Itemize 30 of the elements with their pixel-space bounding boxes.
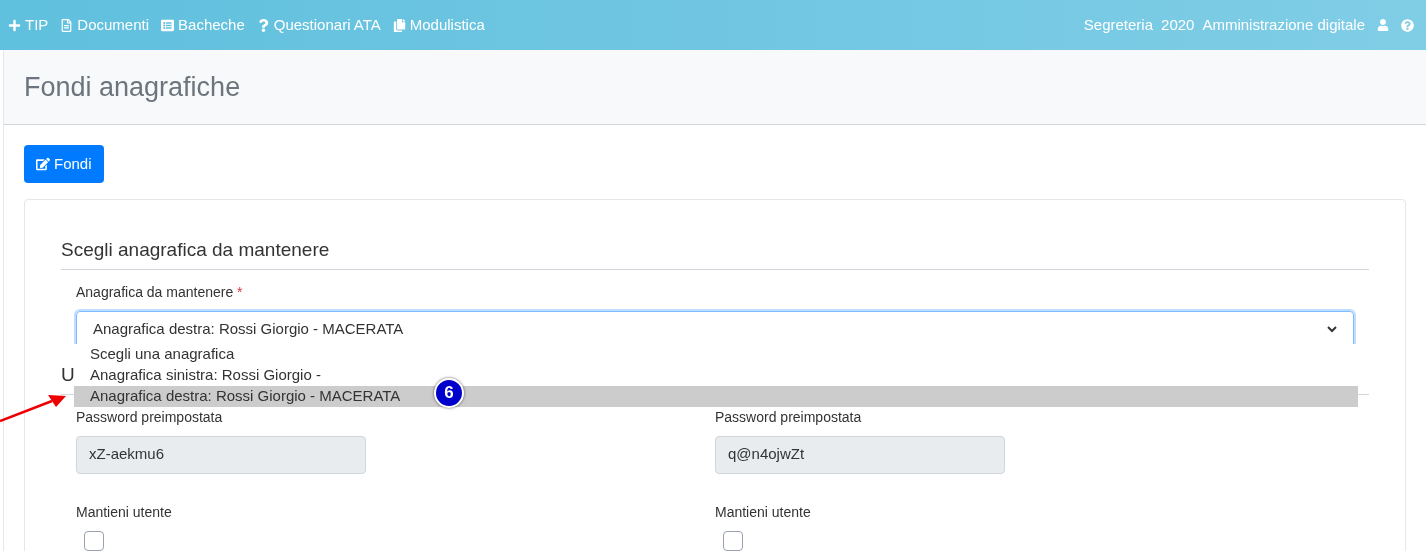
nav-link[interactable]: Amministrazione digitale	[1202, 13, 1365, 37]
edit-icon	[36, 157, 50, 171]
page-title: Fondi anagrafiche	[24, 70, 241, 104]
nav-link[interactable]: Bacheche	[161, 13, 245, 37]
board-icon	[161, 18, 175, 32]
field-label: Password preimpostata	[715, 407, 863, 427]
nav-link[interactable]: 2020	[1161, 13, 1195, 37]
question-icon	[256, 18, 270, 32]
password-field: q@n4ojwZt	[715, 435, 1005, 474]
help-icon[interactable]	[1401, 18, 1414, 32]
field-label: Password preimpostata	[76, 407, 224, 427]
password-field: xZ-aekmu6	[76, 435, 366, 474]
nav-link[interactable]: Documenti	[60, 13, 150, 37]
merge-button[interactable]: Fondi	[24, 145, 104, 183]
document-icon	[60, 18, 74, 32]
checkbox[interactable]	[84, 530, 104, 551]
chevron-down-icon	[1327, 326, 1337, 333]
section-title: Scegli anagrafica da mantenere	[61, 236, 1369, 270]
plus-icon	[8, 18, 21, 32]
checkbox[interactable]	[723, 530, 743, 551]
nav-link[interactable]: TIP	[8, 13, 49, 37]
nav-link[interactable]: Modulistica	[392, 13, 485, 37]
section-title: U	[61, 363, 75, 387]
nav-link[interactable]: Questionari ATA	[256, 13, 381, 37]
field-label: Mantieni utente	[76, 502, 173, 522]
nav-link[interactable]: Segreteria	[1083, 13, 1154, 37]
forms-icon	[392, 18, 406, 32]
field-label: Mantieni utente	[715, 502, 812, 522]
field-label: Anagrafica da mantenere *	[76, 282, 244, 302]
user-icon[interactable]	[1377, 19, 1389, 31]
